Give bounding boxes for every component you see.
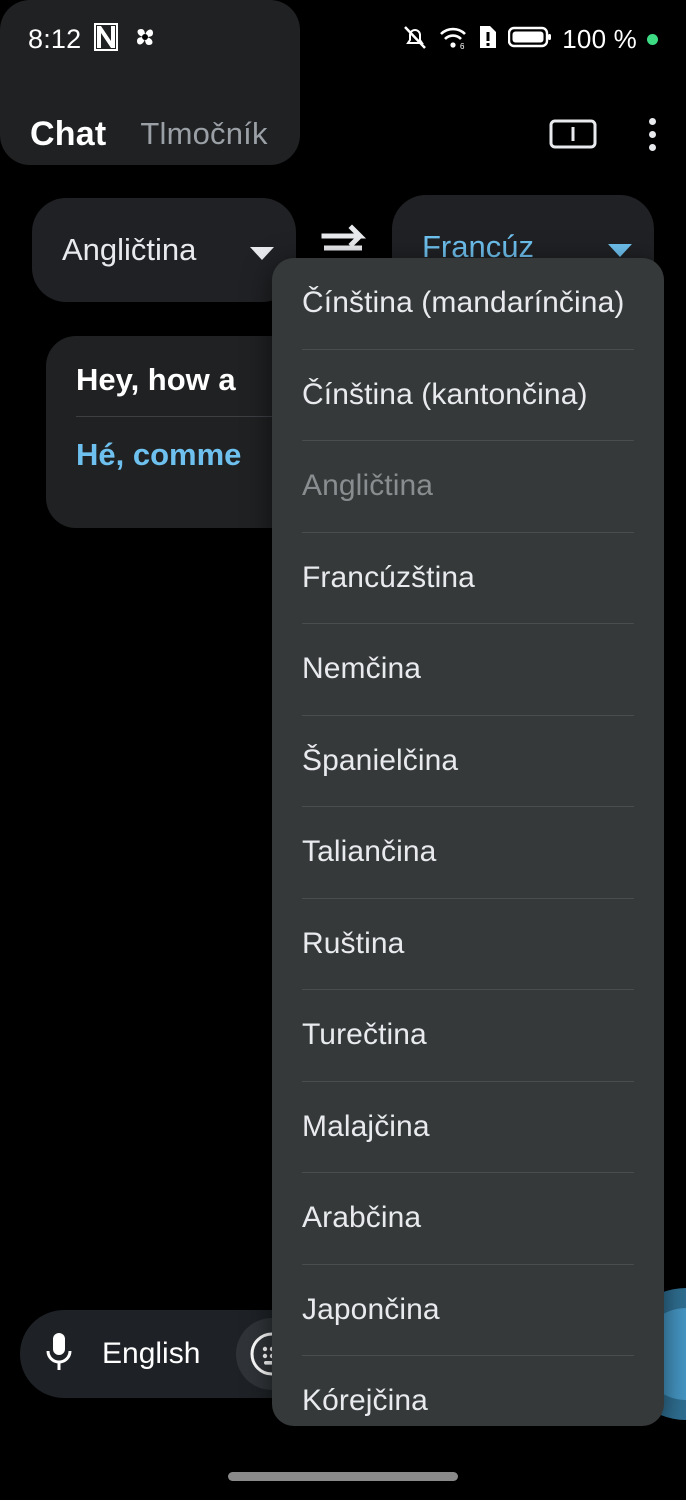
status-bar: 8:12 6 100 % (0, 0, 686, 78)
source-language-label: Angličtina (62, 232, 197, 267)
language-menu-item-label: Angličtina (302, 469, 434, 503)
nfc-icon (93, 22, 119, 56)
language-menu-item[interactable]: Taliančina (272, 807, 664, 898)
language-menu-item-label: Španielčina (302, 743, 459, 777)
language-menu-item-label: Francúzština (302, 560, 475, 594)
more-vertical-icon[interactable] (649, 117, 656, 151)
language-menu-item-label: Taliančina (302, 835, 437, 869)
language-menu-item-label: Turečtina (302, 1018, 427, 1052)
language-menu-item-label: Nemčina (302, 652, 422, 686)
battery-percent-label: 100 % (562, 23, 637, 54)
language-menu-item[interactable]: Španielčina (272, 716, 664, 807)
language-dropdown-menu[interactable]: Čínština (mandarínčina) Čínština (kantonč… (272, 258, 664, 1426)
battery-full-icon (508, 24, 552, 55)
green-dot-indicator (647, 33, 658, 45)
language-menu-item[interactable]: Francúzština (272, 533, 664, 624)
language-menu-item-label: Arabčina (302, 1201, 422, 1235)
chevron-down-icon (250, 246, 274, 260)
overflow-dots (649, 117, 656, 151)
microphone-icon[interactable] (42, 1329, 76, 1380)
language-menu-item[interactable]: Japončina (272, 1265, 664, 1356)
wifi-6-icon: 6 (438, 23, 468, 56)
language-menu-item-label: Japončina (302, 1292, 440, 1326)
language-menu-item[interactable]: Arabčina (272, 1173, 664, 1264)
language-menu-item-label: Kórejčina (302, 1384, 428, 1418)
language-menu-item-label: Ruština (302, 926, 405, 960)
app-bar: Chat Tlmočník (0, 86, 686, 182)
language-menu-item: Angličtina (272, 441, 664, 532)
status-bar-left: 8:12 (28, 22, 159, 56)
chevron-down-icon (608, 243, 632, 257)
phone-screen: 8:12 6 100 % Chat Tlmočník Angličtina Fr… (0, 0, 686, 1500)
pinwheel-icon (131, 23, 159, 56)
language-menu-item-label: Čínština (kantončina) (302, 377, 588, 411)
sim-alert-icon (478, 23, 498, 56)
language-menu-item[interactable]: Čínština (mandarínčina) (272, 258, 664, 349)
language-menu-item[interactable]: Malajčina (272, 1082, 664, 1173)
language-menu-item[interactable]: Kórejčina (272, 1356, 664, 1426)
transcribe-icon[interactable] (549, 117, 597, 151)
home-indicator (228, 1472, 458, 1481)
mute-bell-icon (402, 23, 428, 56)
language-menu-item[interactable]: Turečtina (272, 990, 664, 1081)
language-menu-item[interactable]: Ruština (272, 899, 664, 990)
language-menu-item-label: Čínština (mandarínčina) (302, 286, 625, 320)
bottom-language-label: English (102, 1337, 201, 1370)
source-language-chip[interactable]: Angličtina (32, 198, 296, 302)
status-bar-right: 6 100 % (402, 23, 658, 56)
language-menu-item[interactable]: Čínština (kantončina) (272, 350, 664, 441)
tab-chat[interactable]: Chat (30, 115, 106, 154)
status-time: 8:12 (28, 23, 82, 54)
svg-text:6: 6 (460, 42, 465, 51)
tab-interpreter[interactable]: Tlmočník (140, 116, 267, 152)
language-menu-item[interactable]: Nemčina (272, 624, 664, 715)
language-menu-item-label: Malajčina (302, 1109, 430, 1143)
